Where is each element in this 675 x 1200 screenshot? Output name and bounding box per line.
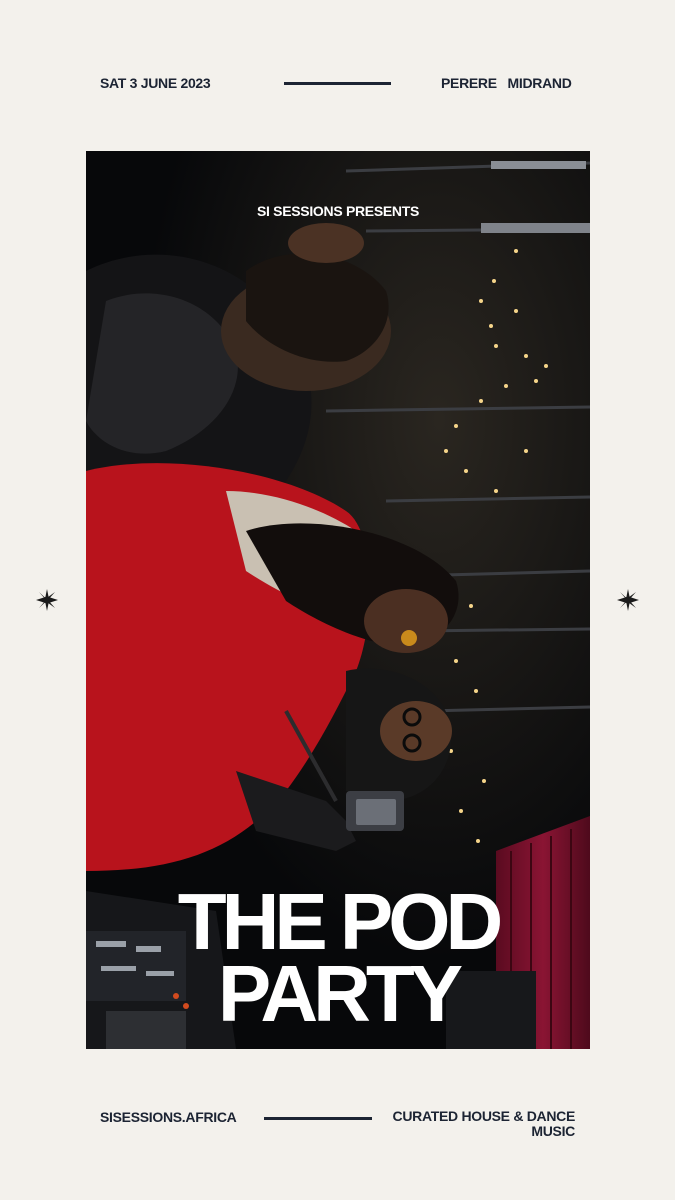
event-venue: PERERE MIDRAND [441, 75, 572, 91]
event-date: SAT 3 JUNE 2023 [100, 75, 211, 91]
event-title-line-2: PARTY [217, 949, 463, 1038]
presenter-label: SI SESSIONS PRESENTS [256, 203, 420, 219]
left-starburst-icon [36, 589, 58, 611]
tagline-line-2: MUSIC [531, 1123, 575, 1139]
footer-row: SISESSIONS.AFRICA CURATED HOUSE & DANCE … [0, 1106, 675, 1146]
footer-divider [264, 1117, 372, 1120]
event-photo: SI SESSIONS PRESENTS THE POD PARTY [86, 151, 590, 1049]
tagline-line-1: CURATED HOUSE & DANCE [392, 1108, 576, 1124]
event-title-line-1: THE POD [177, 877, 504, 966]
header-divider [284, 82, 391, 85]
website-link[interactable]: SISESSIONS.AFRICA [100, 1109, 237, 1125]
header-row: SAT 3 JUNE 2023 PERERE MIDRAND [0, 72, 675, 96]
right-starburst-icon [617, 589, 639, 611]
tagline: CURATED HOUSE & DANCE MUSIC [392, 1108, 576, 1139]
